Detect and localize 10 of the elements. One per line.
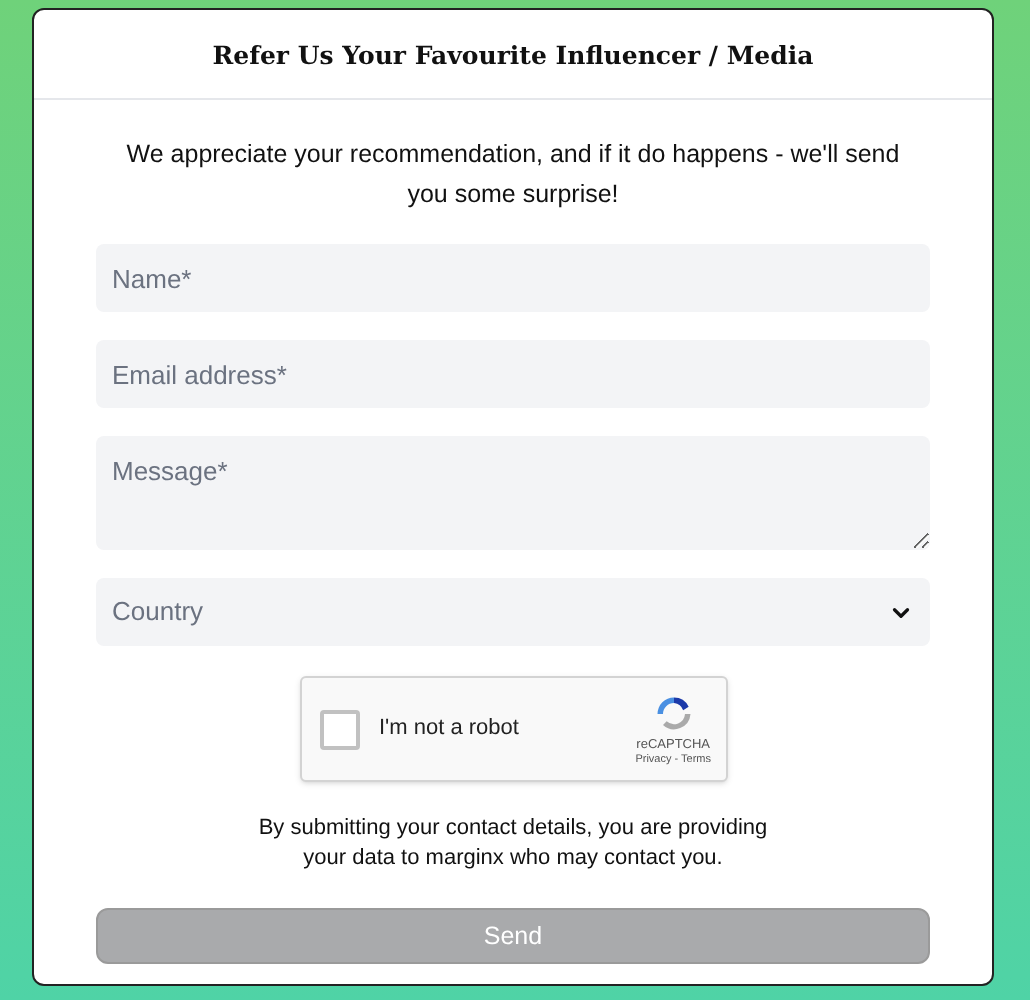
intro-text: We appreciate your recommendation, and if it do happens - we'll send you some surprise!	[124, 138, 902, 212]
text-field[interactable]: Email address*	[96, 340, 930, 408]
message-field[interactable]: Message*	[96, 436, 930, 550]
disclaimer-text: By submitting your contact details, you are providing your data to marginx who may contact you.	[256, 814, 770, 874]
country-select[interactable]: Country	[96, 578, 930, 646]
dialog-title: Refer Us Your Favourite Influencer / Media	[34, 10, 992, 100]
text-field[interactable]: Name*	[96, 244, 930, 312]
captcha-checkbox[interactable]	[319, 709, 359, 749]
select-placeholder: Country	[112, 594, 204, 631]
captcha-label: I'm not a robot	[379, 714, 519, 745]
